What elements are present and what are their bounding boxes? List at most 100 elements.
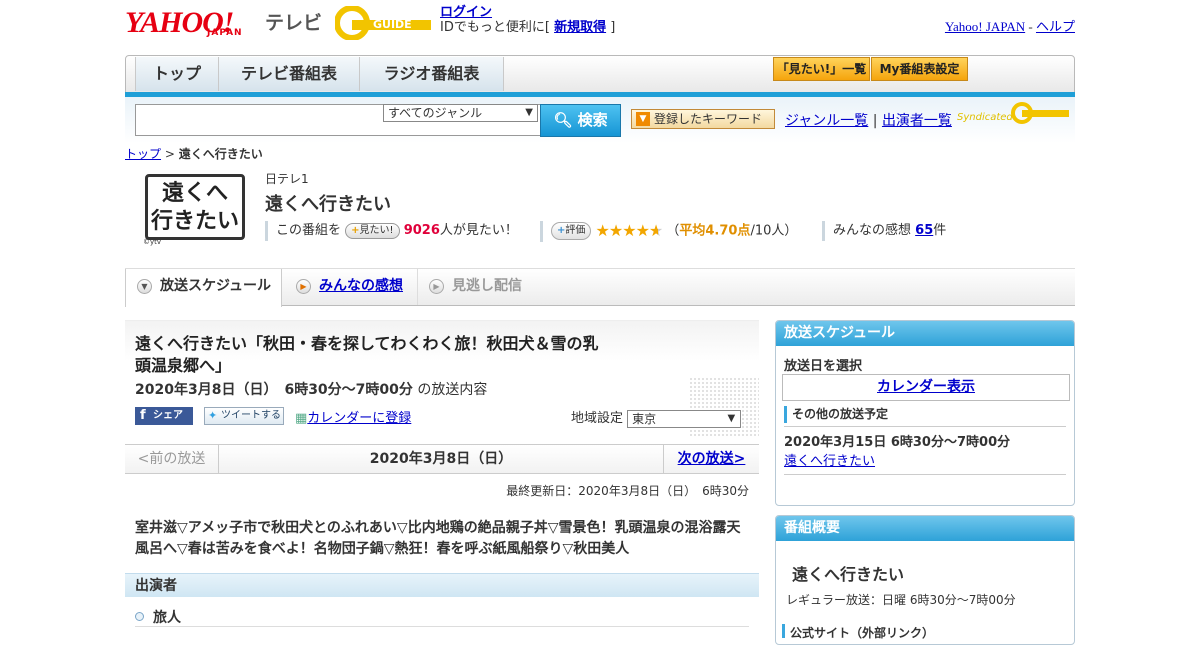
region-setting: 地域設定 東京 ▼	[571, 407, 742, 428]
other-schedule-link[interactable]: 遠くへ行きたい	[784, 450, 875, 469]
tv-label[interactable]: テレビ	[265, 8, 322, 35]
rating-button[interactable]: +評価	[551, 222, 592, 240]
mitai-prefix: この番組を	[276, 223, 342, 238]
gguide-small-logo	[1011, 102, 1069, 124]
performer-list-link[interactable]: 出演者一覧	[882, 113, 952, 129]
link-separator: -	[1028, 19, 1033, 34]
genre-select-value: すべてのジャンル	[388, 106, 483, 120]
svg-text:GUIDE: GUIDE	[373, 18, 412, 31]
tab-top[interactable]: トップ	[135, 57, 219, 91]
tab-missed-streaming-label: 見逃し配信	[452, 278, 522, 294]
star-icon: ★	[595, 221, 610, 240]
search-links: ジャンル一覧 | 出演者一覧	[785, 110, 952, 130]
sidebar-summary-header: 番組概要	[776, 516, 1074, 541]
calendar-register-link: カレンダーに登録	[307, 411, 412, 426]
rating-count: /10人）	[750, 223, 798, 239]
episode-datetime: 2020年3月8日（日） 6時30分～7時00分 の放送内容	[135, 379, 487, 399]
mitai-button[interactable]: +見たい!	[345, 222, 400, 239]
other-schedule-header: その他の放送予定	[784, 406, 1066, 423]
twitter-icon: ✦	[208, 409, 218, 422]
episode-title: 遠くへ行きたい「秋田・春を探してわくわく旅！秋田犬＆雪の乳頭温泉郷へ」	[135, 334, 599, 375]
syndicated-label: Syndicated	[957, 112, 1013, 123]
gguide-logo[interactable]: GUIDE	[335, 6, 431, 40]
mitai-suffix: 人が見たい！	[439, 223, 518, 238]
impressions-count-link[interactable]: 65	[915, 223, 933, 238]
breadcrumb-separator: >	[164, 147, 175, 161]
tweet-label: ツイートする	[221, 410, 281, 421]
tab-impressions-label: みんなの感想	[319, 278, 403, 294]
region-select[interactable]: 東京 ▼	[627, 409, 742, 428]
program-header: 遠くへ 行きたい ©ytv 日テレ1 遠くへ行きたい この番組を +見たい! 9…	[125, 168, 1075, 268]
genre-list-link[interactable]: ジャンル一覧	[785, 113, 868, 129]
impressions-unit: 件	[933, 223, 947, 238]
star-half-icon: ★	[648, 221, 663, 240]
bullet-icon	[135, 612, 144, 621]
calendar-view-label: カレンダー表示	[877, 379, 975, 395]
tab-missed-streaming[interactable]: ▶ 見逃し配信	[417, 269, 537, 305]
triangle-down-icon: ▼	[636, 112, 650, 126]
rating-button-label: 評価	[565, 225, 586, 236]
registered-keyword-button[interactable]: ▼ 登録したキーワード	[631, 109, 775, 129]
tab-impressions[interactable]: ▶ みんなの感想	[285, 269, 415, 305]
next-broadcast-link[interactable]: 次の放送>	[663, 445, 759, 473]
tweet-button[interactable]: ✦ ツイートする	[204, 407, 284, 425]
rating-open: （	[666, 223, 680, 239]
my-schedule-button[interactable]: My番組表設定	[871, 57, 968, 81]
rating-stat: +評価 ★★★★★ （平均4.70点/10人）	[540, 221, 797, 242]
search-button-label: 検索	[577, 111, 608, 129]
breadcrumb-top-link[interactable]: トップ	[125, 147, 161, 161]
main-nav: トップ テレビ番組表 ラジオ番組表 「見たい!」一覧 My番組表設定	[125, 55, 1075, 97]
search-icon: 🔍︎	[553, 111, 573, 129]
logo-credit: ©ytv	[143, 238, 162, 246]
login-link[interactable]: ログイン	[440, 5, 492, 20]
breadcrumb-current: 遠くへ行きたい	[178, 147, 263, 161]
rating-stars: ★★★★★	[596, 221, 667, 240]
genre-select[interactable]: すべてのジャンル ▼	[383, 104, 538, 122]
star-icon: ★	[622, 221, 636, 240]
program-subtabs: ▼ 放送スケジュール ▶ みんなの感想 ▶ 見逃し配信	[125, 268, 1075, 307]
divider	[784, 426, 1066, 427]
tab-broadcast-schedule[interactable]: ▼ 放送スケジュール	[125, 269, 282, 307]
mitai-count: 9026	[403, 223, 440, 238]
program-logo: 遠くへ 行きたい	[145, 174, 245, 240]
play-icon: ▶	[296, 279, 311, 294]
help-link[interactable]: ヘルプ	[1036, 19, 1075, 34]
star-icon: ★	[608, 221, 623, 240]
id-text: IDでもっと便利に[	[440, 20, 550, 35]
chevron-down-icon: ▼	[727, 412, 736, 424]
registered-keyword-label: 登録したキーワード	[654, 112, 763, 126]
cast-role-label: 旅人	[153, 610, 181, 626]
tab-radio-schedule[interactable]: ラジオ番組表	[360, 57, 504, 91]
chevron-down-icon: ▼	[525, 107, 533, 118]
episode-box: 遠くへ行きたい「秋田・春を探してわくわく旅！秋田犬＆雪の乳頭温泉郷へ」 2020…	[125, 320, 759, 442]
facebook-share-label: シェア	[153, 410, 183, 421]
id-text-end: ]	[610, 20, 616, 35]
calendar-view-button[interactable]: カレンダー表示	[782, 374, 1070, 401]
signup-link[interactable]: 新規取得	[554, 20, 606, 35]
broadcast-pager: <前の放送 2020年3月8日（日） 次の放送>	[125, 444, 759, 474]
yahoo-japan-logo-text: JAPAN	[207, 28, 243, 38]
program-logo-line1: 遠くへ	[161, 181, 228, 206]
top-right-links: Yahoo! JAPAN - ヘルプ	[945, 16, 1075, 35]
cast-header: 出演者	[125, 573, 759, 597]
select-date-label: 放送日を選択	[784, 359, 863, 374]
search-button[interactable]: 🔍︎ 検索	[540, 104, 621, 137]
prev-broadcast[interactable]: <前の放送	[125, 445, 219, 473]
pager-current-date: 2020年3月8日（日）	[369, 451, 513, 467]
impressions-label: みんなの感想	[833, 223, 912, 238]
facebook-share-button[interactable]: f シェア	[135, 407, 193, 425]
region-select-value: 東京	[632, 411, 657, 426]
sidebar-schedule-header: 放送スケジュール	[776, 321, 1074, 346]
tab-tv-schedule[interactable]: テレビ番組表	[219, 57, 360, 91]
main-content: 遠くへ行きたい「秋田・春を探してわくわく旅！秋田犬＆雪の乳頭温泉郷へ」 2020…	[125, 320, 759, 630]
episode-description: 室井滋▽アメッ子市で秋田犬とのふれあい▽比内地鶏の絶品親子丼▽雪景色！乳頭温泉の…	[135, 520, 741, 557]
mitai-stat: この番組を +見たい! 9026人が見たい！	[265, 221, 518, 241]
mitai-list-button[interactable]: 「見たい!」一覧	[773, 57, 870, 81]
cast-role: 旅人	[135, 607, 181, 627]
episode-date-suffix: の放送内容	[417, 382, 488, 398]
episode-date: 2020年3月8日（日） 6時30分～7時00分	[135, 382, 413, 398]
yahoo-japan-link[interactable]: Yahoo! JAPAN	[945, 19, 1025, 34]
divider	[135, 626, 749, 627]
summary-official-site[interactable]: 公式サイト（外部リンク）	[782, 624, 934, 640]
calendar-register[interactable]: ▦カレンダーに登録	[295, 407, 411, 426]
